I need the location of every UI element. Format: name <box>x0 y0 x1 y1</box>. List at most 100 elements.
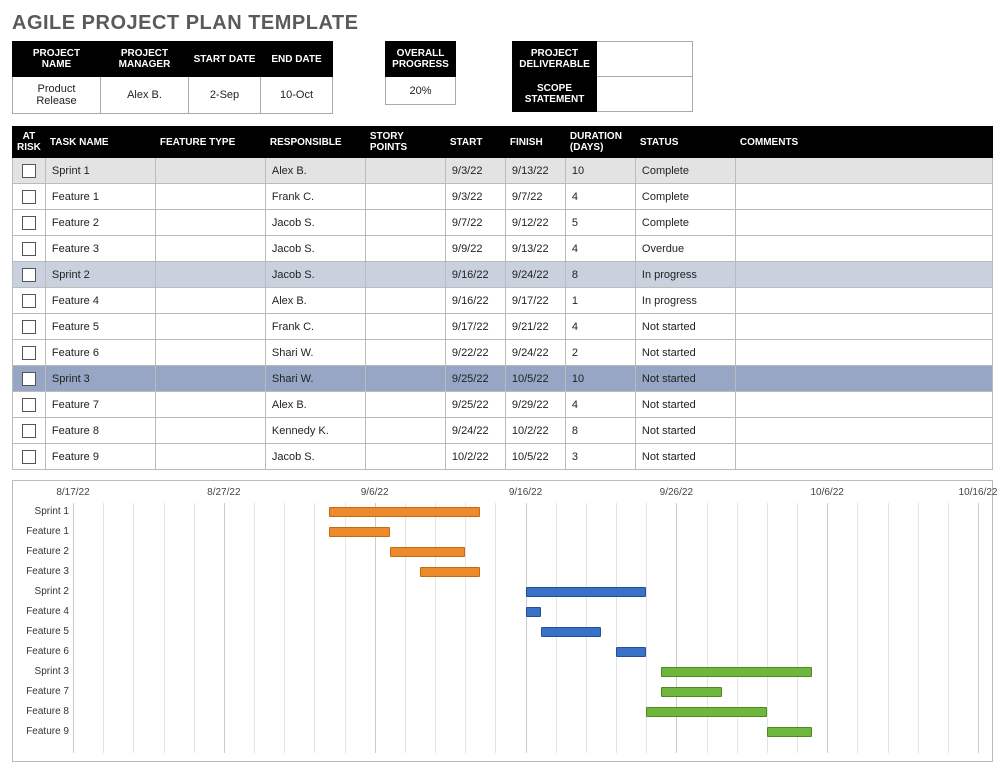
story-points-cell[interactable] <box>365 392 445 418</box>
checkbox-icon[interactable] <box>22 268 36 282</box>
story-points-cell[interactable] <box>365 288 445 314</box>
checkbox-icon[interactable] <box>22 294 36 308</box>
responsible-cell[interactable]: Alex B. <box>265 288 365 314</box>
duration-cell[interactable]: 10 <box>565 366 635 392</box>
task-name-cell[interactable]: Feature 7 <box>45 392 155 418</box>
duration-cell[interactable]: 2 <box>565 340 635 366</box>
comments-cell[interactable] <box>735 210 992 236</box>
story-points-cell[interactable] <box>365 236 445 262</box>
responsible-cell[interactable]: Frank C. <box>265 184 365 210</box>
status-cell[interactable]: Not started <box>635 340 735 366</box>
value-end-date[interactable]: 10-Oct <box>261 77 333 114</box>
duration-cell[interactable]: 1 <box>565 288 635 314</box>
finish-cell[interactable]: 10/2/22 <box>505 418 565 444</box>
finish-cell[interactable]: 9/21/22 <box>505 314 565 340</box>
task-name-cell[interactable]: Feature 8 <box>45 418 155 444</box>
story-points-cell[interactable] <box>365 418 445 444</box>
story-points-cell[interactable] <box>365 340 445 366</box>
duration-cell[interactable]: 4 <box>565 392 635 418</box>
start-cell[interactable]: 9/25/22 <box>445 366 505 392</box>
at-risk-cell[interactable] <box>13 210 46 236</box>
story-points-cell[interactable] <box>365 158 445 184</box>
responsible-cell[interactable]: Jacob S. <box>265 236 365 262</box>
comments-cell[interactable] <box>735 262 992 288</box>
status-cell[interactable]: Not started <box>635 418 735 444</box>
start-cell[interactable]: 10/2/22 <box>445 444 505 470</box>
feature-type-cell[interactable] <box>155 236 265 262</box>
comments-cell[interactable] <box>735 392 992 418</box>
story-points-cell[interactable] <box>365 262 445 288</box>
start-cell[interactable]: 9/3/22 <box>445 184 505 210</box>
at-risk-cell[interactable] <box>13 340 46 366</box>
finish-cell[interactable]: 9/13/22 <box>505 236 565 262</box>
start-cell[interactable]: 9/7/22 <box>445 210 505 236</box>
finish-cell[interactable]: 9/29/22 <box>505 392 565 418</box>
finish-cell[interactable]: 9/13/22 <box>505 158 565 184</box>
responsible-cell[interactable]: Jacob S. <box>265 262 365 288</box>
comments-cell[interactable] <box>735 184 992 210</box>
start-cell[interactable]: 9/9/22 <box>445 236 505 262</box>
duration-cell[interactable]: 8 <box>565 262 635 288</box>
task-name-cell[interactable]: Sprint 1 <box>45 158 155 184</box>
duration-cell[interactable]: 4 <box>565 184 635 210</box>
comments-cell[interactable] <box>735 418 992 444</box>
duration-cell[interactable]: 10 <box>565 158 635 184</box>
start-cell[interactable]: 9/16/22 <box>445 288 505 314</box>
task-name-cell[interactable]: Feature 5 <box>45 314 155 340</box>
comments-cell[interactable] <box>735 158 992 184</box>
finish-cell[interactable]: 9/7/22 <box>505 184 565 210</box>
start-cell[interactable]: 9/22/22 <box>445 340 505 366</box>
comments-cell[interactable] <box>735 314 992 340</box>
task-name-cell[interactable]: Feature 6 <box>45 340 155 366</box>
checkbox-icon[interactable] <box>22 346 36 360</box>
status-cell[interactable]: In progress <box>635 262 735 288</box>
story-points-cell[interactable] <box>365 314 445 340</box>
status-cell[interactable]: Complete <box>635 210 735 236</box>
finish-cell[interactable]: 10/5/22 <box>505 444 565 470</box>
feature-type-cell[interactable] <box>155 210 265 236</box>
task-name-cell[interactable]: Feature 4 <box>45 288 155 314</box>
checkbox-icon[interactable] <box>22 242 36 256</box>
status-cell[interactable]: Complete <box>635 158 735 184</box>
finish-cell[interactable]: 10/5/22 <box>505 366 565 392</box>
responsible-cell[interactable]: Kennedy K. <box>265 418 365 444</box>
responsible-cell[interactable]: Alex B. <box>265 158 365 184</box>
story-points-cell[interactable] <box>365 210 445 236</box>
responsible-cell[interactable]: Jacob S. <box>265 444 365 470</box>
checkbox-icon[interactable] <box>22 372 36 386</box>
value-project-deliverable[interactable] <box>597 42 693 77</box>
value-overall-progress[interactable]: 20% <box>386 77 456 105</box>
value-scope-statement[interactable] <box>597 77 693 112</box>
task-name-cell[interactable]: Feature 3 <box>45 236 155 262</box>
duration-cell[interactable]: 4 <box>565 236 635 262</box>
comments-cell[interactable] <box>735 236 992 262</box>
status-cell[interactable]: Not started <box>635 392 735 418</box>
feature-type-cell[interactable] <box>155 340 265 366</box>
start-cell[interactable]: 9/17/22 <box>445 314 505 340</box>
at-risk-cell[interactable] <box>13 288 46 314</box>
value-start-date[interactable]: 2-Sep <box>189 77 261 114</box>
finish-cell[interactable]: 9/24/22 <box>505 262 565 288</box>
responsible-cell[interactable]: Alex B. <box>265 392 365 418</box>
status-cell[interactable]: Overdue <box>635 236 735 262</box>
duration-cell[interactable]: 8 <box>565 418 635 444</box>
at-risk-cell[interactable] <box>13 236 46 262</box>
checkbox-icon[interactable] <box>22 190 36 204</box>
status-cell[interactable]: In progress <box>635 288 735 314</box>
at-risk-cell[interactable] <box>13 366 46 392</box>
comments-cell[interactable] <box>735 366 992 392</box>
value-project-name[interactable]: Product Release <box>13 77 101 114</box>
feature-type-cell[interactable] <box>155 418 265 444</box>
duration-cell[interactable]: 4 <box>565 314 635 340</box>
checkbox-icon[interactable] <box>22 164 36 178</box>
at-risk-cell[interactable] <box>13 418 46 444</box>
story-points-cell[interactable] <box>365 366 445 392</box>
comments-cell[interactable] <box>735 444 992 470</box>
feature-type-cell[interactable] <box>155 184 265 210</box>
at-risk-cell[interactable] <box>13 184 46 210</box>
status-cell[interactable]: Not started <box>635 366 735 392</box>
finish-cell[interactable]: 9/17/22 <box>505 288 565 314</box>
story-points-cell[interactable] <box>365 184 445 210</box>
task-name-cell[interactable]: Sprint 3 <box>45 366 155 392</box>
status-cell[interactable]: Complete <box>635 184 735 210</box>
